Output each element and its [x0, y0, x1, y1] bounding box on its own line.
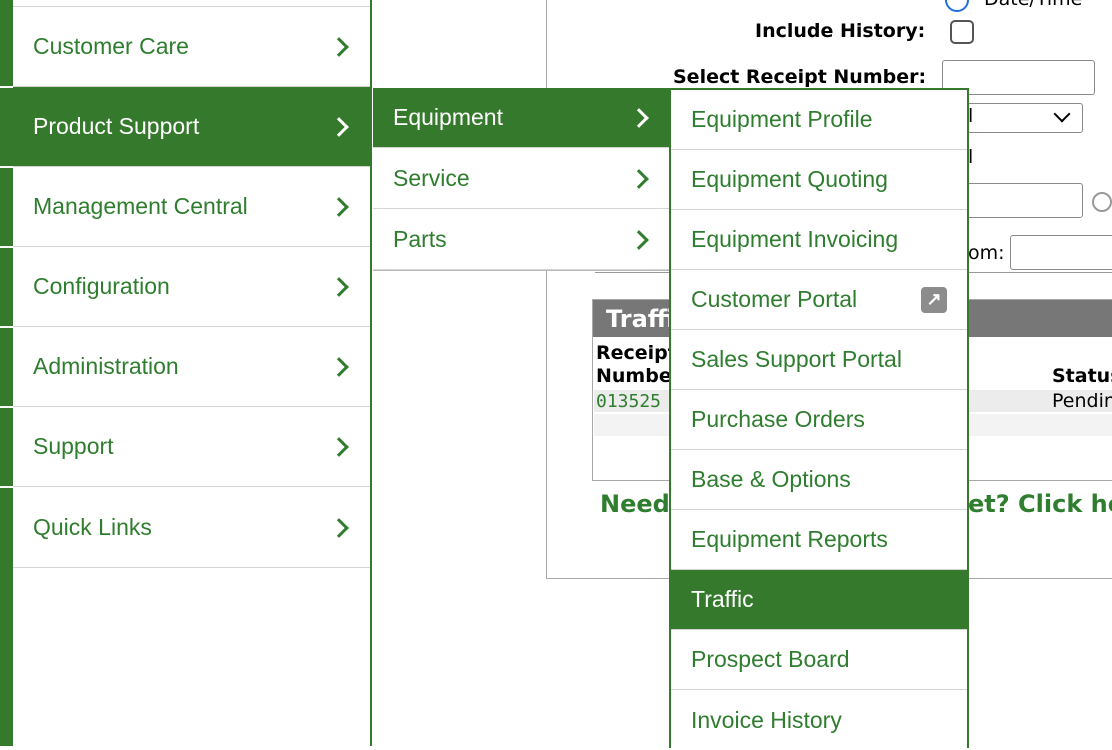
- date-from-label: om:: [968, 242, 1005, 264]
- chevron-right-icon: [629, 168, 649, 189]
- submenu-item-equipment-quoting[interactable]: Equipment Quoting: [671, 150, 967, 210]
- submenu-item-label: Invoice History: [691, 706, 842, 733]
- menu-item-label: Management Central: [33, 193, 248, 219]
- submenu-item-label: Equipment Reports: [691, 526, 888, 552]
- receipt-number-link[interactable]: 013525: [596, 391, 661, 412]
- date-from-input[interactable]: [1010, 235, 1112, 270]
- menu-item-configuration[interactable]: Configuration: [13, 247, 370, 327]
- submenu-item-invoice-history[interactable]: Invoice History: [671, 690, 967, 750]
- chevron-right-icon: [329, 196, 349, 217]
- submenu-item-label: Service: [393, 165, 470, 191]
- submenu-item-label: Prospect Board: [691, 646, 850, 672]
- chevron-right-icon: [329, 356, 349, 377]
- menu-item-customer-care[interactable]: Customer Care: [13, 7, 370, 87]
- accent-separator: [0, 86, 13, 88]
- accent-separator: [0, 326, 13, 328]
- menu-item-label: Administration: [33, 353, 179, 379]
- menu-item-product-support[interactable]: Product Support: [13, 87, 370, 167]
- submenu-item-label: Sales Support Portal: [691, 346, 902, 372]
- submenu-item-equipment-profile[interactable]: Equipment Profile: [671, 90, 967, 150]
- include-history-label: Include History:: [755, 20, 926, 42]
- menu-item-label: Customer Care: [33, 33, 189, 59]
- submenu-item-label: Parts: [393, 226, 447, 252]
- include-history-checkbox[interactable]: [950, 20, 974, 44]
- submenu-item-service[interactable]: Service: [373, 149, 670, 209]
- accent-separator: [0, 486, 13, 488]
- menu-item-label: Support: [33, 433, 114, 459]
- submenu-item-prospect-board[interactable]: Prospect Board: [671, 630, 967, 690]
- submenu-item-label: Equipment Quoting: [691, 166, 888, 192]
- chevron-right-icon: [329, 276, 349, 297]
- menu-item-management-central[interactable]: Management Central: [13, 167, 370, 247]
- menu-item-label: Configuration: [33, 273, 170, 299]
- menu-item-quick-links[interactable]: Quick Links: [13, 488, 370, 568]
- select-receipt-label: Select Receipt Number:: [673, 66, 927, 88]
- menu-item-label: Product Support: [33, 113, 200, 139]
- submenu-item-label: Equipment Profile: [691, 106, 873, 132]
- accent-separator: [0, 246, 13, 248]
- chevron-right-icon: [329, 36, 349, 57]
- menu-item-label: Quick Links: [33, 514, 152, 540]
- submenu-item-label: Customer Portal: [691, 286, 858, 312]
- submenu-item-label: Equipment: [393, 104, 503, 130]
- status-column-header: Status: [1052, 365, 1112, 387]
- chevron-right-icon: [629, 107, 649, 128]
- receipt-number-column-header: Receipt Number: [596, 342, 682, 387]
- help-link[interactable]: et? Click here: [968, 490, 1112, 518]
- chevron-right-icon: [329, 116, 349, 137]
- accent-separator: [0, 166, 13, 168]
- submenu-item-purchase-orders[interactable]: Purchase Orders: [671, 390, 967, 450]
- submenu-item-equipment-reports[interactable]: Equipment Reports: [671, 510, 967, 570]
- chevron-right-icon: [329, 436, 349, 457]
- submenu-item-traffic[interactable]: Traffic: [671, 570, 967, 630]
- submenu-item-equipment[interactable]: Equipment: [373, 88, 670, 148]
- chevron-right-icon: [629, 229, 649, 250]
- submenu-item-label: Purchase Orders: [691, 406, 865, 432]
- menu-item-administration[interactable]: Administration: [13, 327, 370, 407]
- submenu-item-label: Equipment Invoicing: [691, 226, 899, 252]
- submenu-item-base-options[interactable]: Base & Options: [671, 450, 967, 510]
- submenu-item-parts[interactable]: Parts: [373, 210, 670, 270]
- submenu-item-label: Traffic: [691, 586, 754, 612]
- submenu-item-sales-support-portal[interactable]: Sales Support Portal: [671, 330, 967, 390]
- external-link-icon: ↗: [921, 286, 947, 313]
- submenu-item-customer-portal[interactable]: Customer Portal ↗: [671, 270, 967, 330]
- menu-item-support[interactable]: Support: [13, 407, 370, 487]
- menu-accent-bar: [0, 0, 13, 746]
- date-time-label: Date/Time: [984, 0, 1082, 10]
- chevron-right-icon: [329, 517, 349, 538]
- submenu-item-label: Base & Options: [691, 466, 851, 492]
- accent-separator: [0, 406, 13, 408]
- search-icon[interactable]: [1092, 192, 1112, 212]
- submenu-item-equipment-invoicing[interactable]: Equipment Invoicing: [671, 210, 967, 270]
- status-cell: Pending: [1052, 390, 1112, 412]
- help-text-prefix: Need: [600, 490, 670, 518]
